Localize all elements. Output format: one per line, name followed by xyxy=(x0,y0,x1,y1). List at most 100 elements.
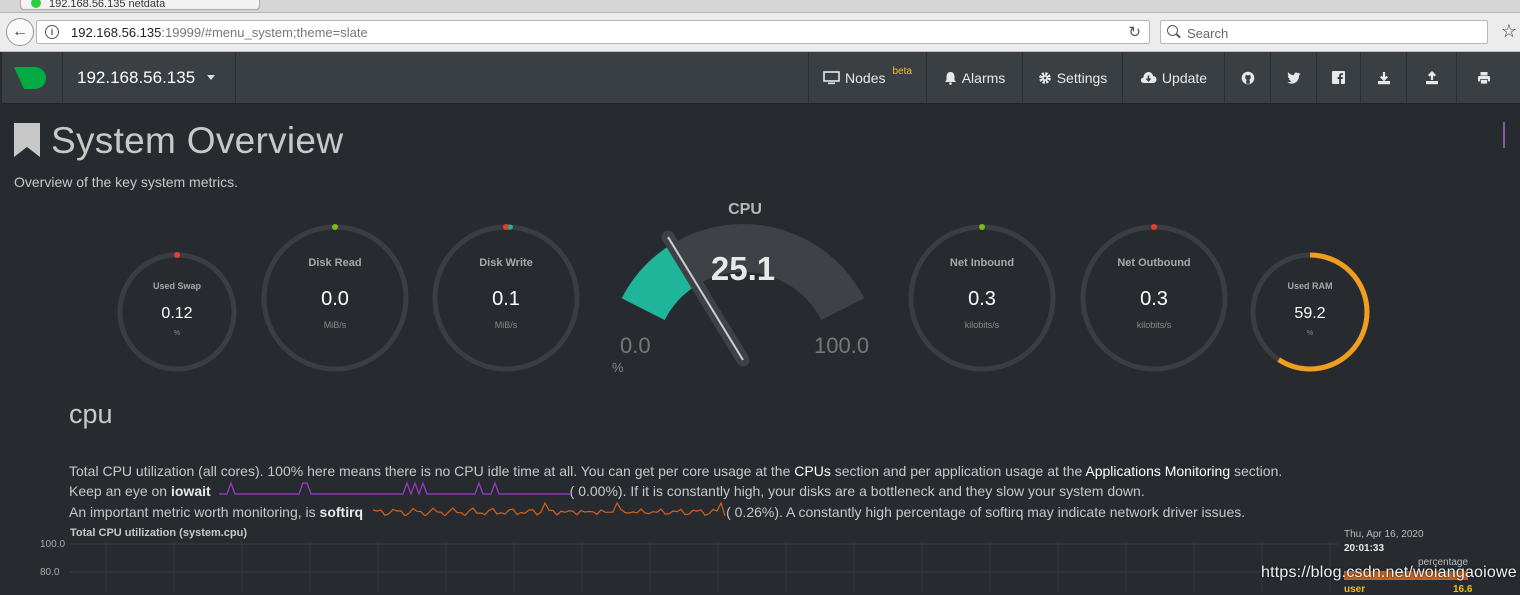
github-icon xyxy=(1241,71,1254,84)
gauge-net-outbound[interactable]: Net Outbound 0.3 kilobits/s xyxy=(1078,222,1230,374)
softirq-label: softirq xyxy=(319,504,364,520)
nav-alarms-label: Alarms xyxy=(961,69,1006,86)
gauge-used-swap[interactable]: Used Swap 0.12 % xyxy=(115,250,239,374)
search-bar[interactable] xyxy=(1160,20,1488,44)
cpu-chart-area[interactable] xyxy=(70,541,1338,593)
cloud-download-icon xyxy=(1140,72,1157,83)
host-label: 192.168.56.135 xyxy=(77,67,196,87)
nav-alarms[interactable]: Alarms xyxy=(926,52,1022,103)
facebook-button[interactable] xyxy=(1316,52,1360,103)
page-subtitle: Overview of the key system metrics. xyxy=(14,174,239,190)
print-button[interactable] xyxy=(1456,52,1510,103)
gauge-unit: MiB/s xyxy=(323,320,347,330)
nav-update[interactable]: Update xyxy=(1122,52,1224,103)
gauge-unit: kilobits/s xyxy=(964,320,1000,330)
legend-series-user[interactable]: user xyxy=(1344,584,1365,595)
gauge-title: Net Outbound xyxy=(1117,257,1191,269)
legend-user-value: 16.6 xyxy=(1453,584,1473,595)
gauge-value: 59.2 xyxy=(1294,305,1326,322)
reload-icon[interactable]: ↻ xyxy=(1128,23,1141,41)
bookmark-icon xyxy=(14,123,40,157)
netdata-logo-icon[interactable] xyxy=(12,65,48,91)
desc-text: section and per application usage at the xyxy=(830,463,1086,479)
gauge-value: 0.1 xyxy=(492,288,520,310)
nav-update-label: Update xyxy=(1161,69,1208,86)
nav-nodes[interactable]: Nodes beta xyxy=(808,52,926,103)
cpus-link[interactable]: CPUs xyxy=(794,463,831,479)
desc-text: Keep an eye on xyxy=(69,483,171,499)
gauge-value: 0.0 xyxy=(321,288,349,310)
nav-settings[interactable]: Settings xyxy=(1022,52,1122,103)
search-icon xyxy=(1167,25,1178,36)
back-button[interactable]: ← xyxy=(6,18,34,46)
info-icon[interactable]: i xyxy=(45,25,59,39)
search-input[interactable] xyxy=(1185,23,1479,43)
gauge-title: Used Swap xyxy=(152,281,201,291)
legend-date: Thu, Apr 16, 2020 xyxy=(1344,529,1424,540)
cpu-gauge-max: 100.0 xyxy=(814,333,870,358)
bookmark-star-icon[interactable]: ☆ xyxy=(1498,19,1520,43)
caret-down-icon xyxy=(207,75,216,80)
github-button[interactable] xyxy=(1224,52,1270,103)
y-tick-100: 100.0 xyxy=(40,539,66,550)
nav-nodes-label: Nodes xyxy=(845,69,886,86)
twitter-button[interactable] xyxy=(1270,52,1316,103)
gauge-unit: MiB/s xyxy=(494,320,518,330)
page-title: System Overview xyxy=(51,120,344,161)
desc-text: An important metric worth monitoring, is xyxy=(69,504,320,520)
gauge-unit: kilobits/s xyxy=(1136,320,1172,330)
tab-title: 192.168.56.135 netdata xyxy=(49,0,166,10)
browser-tabstrip: 192.168.56.135 netdata xyxy=(0,0,1520,13)
iowait-value-text: ( 0.00%). If it is constantly high, your… xyxy=(569,483,1145,499)
softirq-sparkline-line xyxy=(373,501,726,516)
desc-text: Total CPU utilization (all cores). 100% … xyxy=(69,463,795,479)
cpu-gauge-title: CPU xyxy=(728,201,762,218)
watermark-text: https://blog.csdn.net/woiangaoiowe xyxy=(1261,564,1517,581)
gauge-unit: % xyxy=(173,330,181,337)
gauge-value: 0.3 xyxy=(1140,288,1168,310)
cpu-gauge-unit: % xyxy=(612,360,624,375)
gauge-used-ram[interactable]: Used RAM 59.2 % xyxy=(1248,250,1372,374)
upload-icon xyxy=(1425,70,1438,84)
gear-icon xyxy=(1038,71,1051,84)
download-icon xyxy=(1377,71,1390,84)
url-path: :19999/#menu_system;theme=slate xyxy=(161,25,368,40)
host-selector[interactable]: 192.168.56.135 xyxy=(62,52,236,103)
beta-badge: beta xyxy=(892,66,912,77)
legend-time: 20:01:33 xyxy=(1344,543,1385,554)
favicon-icon xyxy=(31,0,41,8)
cpu-gauge-value: 25.1 xyxy=(710,250,776,287)
iowait-sparkline-line xyxy=(219,481,571,496)
y-tick-80: 80.0 xyxy=(40,567,60,578)
monitor-icon xyxy=(823,70,840,84)
softirq-sparkline[interactable] xyxy=(373,500,729,516)
vertical-grid xyxy=(105,541,1331,593)
iowait-sparkline[interactable] xyxy=(219,480,575,496)
softirq-value-text: ( 0.26%). A constantly high percentage o… xyxy=(726,504,1246,520)
applications-monitoring-link[interactable]: Applications Monitoring xyxy=(1085,463,1230,479)
upload-button[interactable] xyxy=(1406,52,1456,103)
iowait-label: iowait xyxy=(170,483,211,499)
gauge-net-inbound[interactable]: Net Inbound 0.3 kilobits/s xyxy=(906,222,1058,374)
chart-title: Total CPU utilization (system.cpu) xyxy=(70,527,248,539)
cpu-description-1: Total CPU utilization (all cores). 100% … xyxy=(69,463,1282,479)
url-bar[interactable]: i 192.168.56.135:19999/#menu_system;them… xyxy=(36,20,1150,44)
bell-icon xyxy=(944,71,956,85)
gauge-disk-write[interactable]: Disk Write 0.1 MiB/s xyxy=(430,222,582,374)
url-text[interactable]: 192.168.56.135:19999/#menu_system;theme=… xyxy=(71,25,368,40)
gauge-disk-read[interactable]: Disk Read 0.0 MiB/s xyxy=(259,222,411,374)
facebook-icon xyxy=(1332,71,1345,84)
download-button[interactable] xyxy=(1360,52,1406,103)
gauge-unit: % xyxy=(1306,330,1314,337)
nav-settings-label: Settings xyxy=(1056,69,1108,86)
section-heading-cpu: cpu xyxy=(69,399,113,429)
gauge-title: Disk Write xyxy=(479,257,533,269)
gauge-value: 0.12 xyxy=(161,305,193,322)
gauge-title: Net Inbound xyxy=(949,257,1015,269)
url-host: 192.168.56.135 xyxy=(71,25,162,40)
cpu-gauge-min: 0.0 xyxy=(620,333,651,358)
browser-toolbar: ← i 192.168.56.135:19999/#menu_system;th… xyxy=(0,13,1520,52)
browser-tab[interactable]: 192.168.56.135 netdata xyxy=(20,0,260,10)
scroll-indicator xyxy=(1503,122,1505,148)
gauge-title: Disk Read xyxy=(308,257,362,269)
